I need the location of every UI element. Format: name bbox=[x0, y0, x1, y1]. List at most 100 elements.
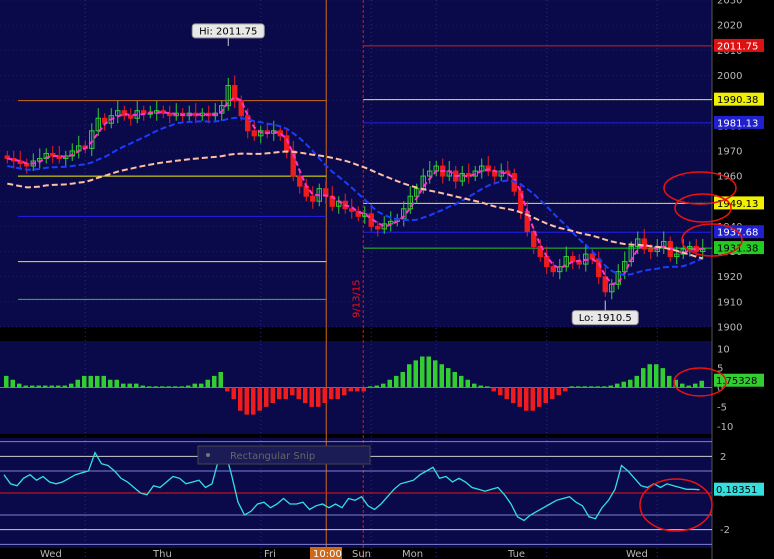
momentum-bar bbox=[264, 387, 269, 407]
momentum-bar bbox=[30, 385, 35, 388]
momentum-bar bbox=[368, 386, 373, 388]
snip-label: Rectangular Snip bbox=[230, 451, 315, 462]
momentum-bar bbox=[186, 385, 191, 388]
momentum-bar bbox=[127, 383, 132, 388]
oscillator-axis-tick: 2 bbox=[720, 452, 726, 463]
candle-body bbox=[544, 256, 550, 268]
momentum-bar bbox=[511, 387, 516, 403]
momentum-bar bbox=[654, 364, 659, 388]
candle-body bbox=[310, 195, 316, 202]
momentum-bar bbox=[693, 383, 698, 388]
momentum-bar bbox=[244, 387, 249, 415]
callout-label: Lo: 1910.5 bbox=[579, 313, 632, 324]
momentum-bar bbox=[602, 386, 607, 388]
momentum-bar bbox=[439, 364, 444, 388]
time-marker: 10:00 bbox=[310, 547, 342, 559]
momentum-bar bbox=[498, 387, 503, 396]
price-tag: 1990.38 bbox=[714, 92, 764, 106]
candle-body bbox=[505, 170, 511, 175]
momentum-bar bbox=[238, 387, 243, 411]
momentum-bar bbox=[361, 387, 366, 392]
price-tag: 1949.13 bbox=[714, 196, 764, 210]
momentum-bar bbox=[36, 385, 41, 388]
momentum-bar bbox=[686, 385, 691, 388]
momentum-bar bbox=[647, 364, 652, 388]
momentum-bar bbox=[641, 368, 646, 388]
momentum-bar bbox=[485, 386, 490, 388]
price-axis-tick: 2020 bbox=[717, 21, 742, 32]
momentum-bar bbox=[472, 383, 477, 388]
momentum-bar bbox=[680, 383, 685, 388]
candle-body bbox=[128, 115, 134, 119]
day-label: Wed bbox=[626, 549, 648, 559]
momentum-bar bbox=[407, 364, 412, 388]
momentum-bar bbox=[621, 381, 626, 388]
momentum-bar bbox=[608, 385, 613, 388]
momentum-bar bbox=[231, 387, 236, 400]
trading-chart: Hi: 2011.75 Lo: 1910.5 9/13/15 1900 1910 1920… bbox=[0, 0, 774, 559]
date-marker: 9/13/15 bbox=[351, 279, 362, 318]
candle-body bbox=[141, 110, 147, 114]
momentum-bar bbox=[433, 360, 438, 388]
momentum-value-tag: 1.75328 bbox=[714, 373, 764, 387]
momentum-bar bbox=[394, 375, 399, 388]
time-marker-label: 10:00 bbox=[313, 549, 342, 559]
momentum-bar bbox=[257, 387, 262, 411]
momentum-bar bbox=[550, 387, 555, 400]
callout-label: Hi: 2011.75 bbox=[199, 26, 257, 37]
price-tag: 2011.75 bbox=[714, 38, 764, 52]
momentum-bar bbox=[615, 383, 620, 388]
momentum-bar bbox=[121, 383, 126, 388]
momentum-bar bbox=[387, 379, 392, 388]
momentum-bar bbox=[173, 386, 178, 388]
momentum-bar bbox=[140, 385, 145, 388]
price-tag-label: 1981.13 bbox=[717, 118, 758, 129]
day-label: Tue bbox=[507, 549, 525, 559]
momentum-bar bbox=[69, 383, 74, 388]
momentum-bar bbox=[465, 379, 470, 388]
momentum-bar bbox=[563, 387, 568, 392]
momentum-bar bbox=[134, 383, 139, 388]
momentum-axis-tick: -10 bbox=[717, 422, 733, 433]
candle-body bbox=[550, 266, 556, 273]
price-axis-tick: 1970 bbox=[717, 146, 742, 157]
momentum-bar bbox=[166, 386, 171, 388]
momentum-bar bbox=[517, 387, 522, 407]
momentum-bar bbox=[49, 385, 54, 388]
momentum-bar bbox=[179, 386, 184, 388]
momentum-bar bbox=[348, 387, 353, 392]
momentum-bar bbox=[374, 385, 379, 388]
momentum-bar bbox=[537, 387, 542, 407]
price-tag-label: 1937.68 bbox=[717, 228, 758, 239]
momentum-bar bbox=[699, 380, 704, 388]
price-axis-tick: 1900 bbox=[717, 323, 742, 334]
momentum-bar bbox=[160, 386, 165, 388]
candle-body bbox=[297, 175, 303, 187]
momentum-bar bbox=[524, 387, 529, 411]
momentum-bar bbox=[153, 386, 158, 388]
candle-body bbox=[375, 225, 381, 230]
day-label: Fri bbox=[264, 549, 276, 559]
momentum-bar bbox=[4, 375, 9, 388]
momentum-bar bbox=[225, 387, 230, 392]
momentum-bar bbox=[17, 383, 22, 388]
momentum-bar bbox=[322, 387, 327, 403]
momentum-bar bbox=[459, 375, 464, 388]
momentum-bar bbox=[108, 379, 113, 388]
momentum-bar bbox=[316, 387, 321, 407]
day-label: Wed bbox=[40, 549, 62, 559]
momentum-value-label: 1.75328 bbox=[716, 376, 757, 387]
momentum-bar bbox=[400, 372, 405, 388]
momentum-bar bbox=[355, 387, 360, 392]
oscillator-value-tag: 0.18351 bbox=[714, 482, 764, 496]
momentum-bar bbox=[595, 386, 600, 388]
day-label: Mon bbox=[402, 549, 423, 559]
momentum-bar bbox=[192, 383, 197, 388]
momentum-bar bbox=[75, 379, 80, 388]
price-tag-label: 2011.75 bbox=[717, 41, 758, 52]
candle-body bbox=[641, 238, 647, 250]
momentum-bar bbox=[199, 383, 204, 388]
momentum-bar bbox=[290, 387, 295, 396]
momentum-bar bbox=[667, 375, 672, 388]
price-tag-label: 1990.38 bbox=[717, 95, 758, 106]
